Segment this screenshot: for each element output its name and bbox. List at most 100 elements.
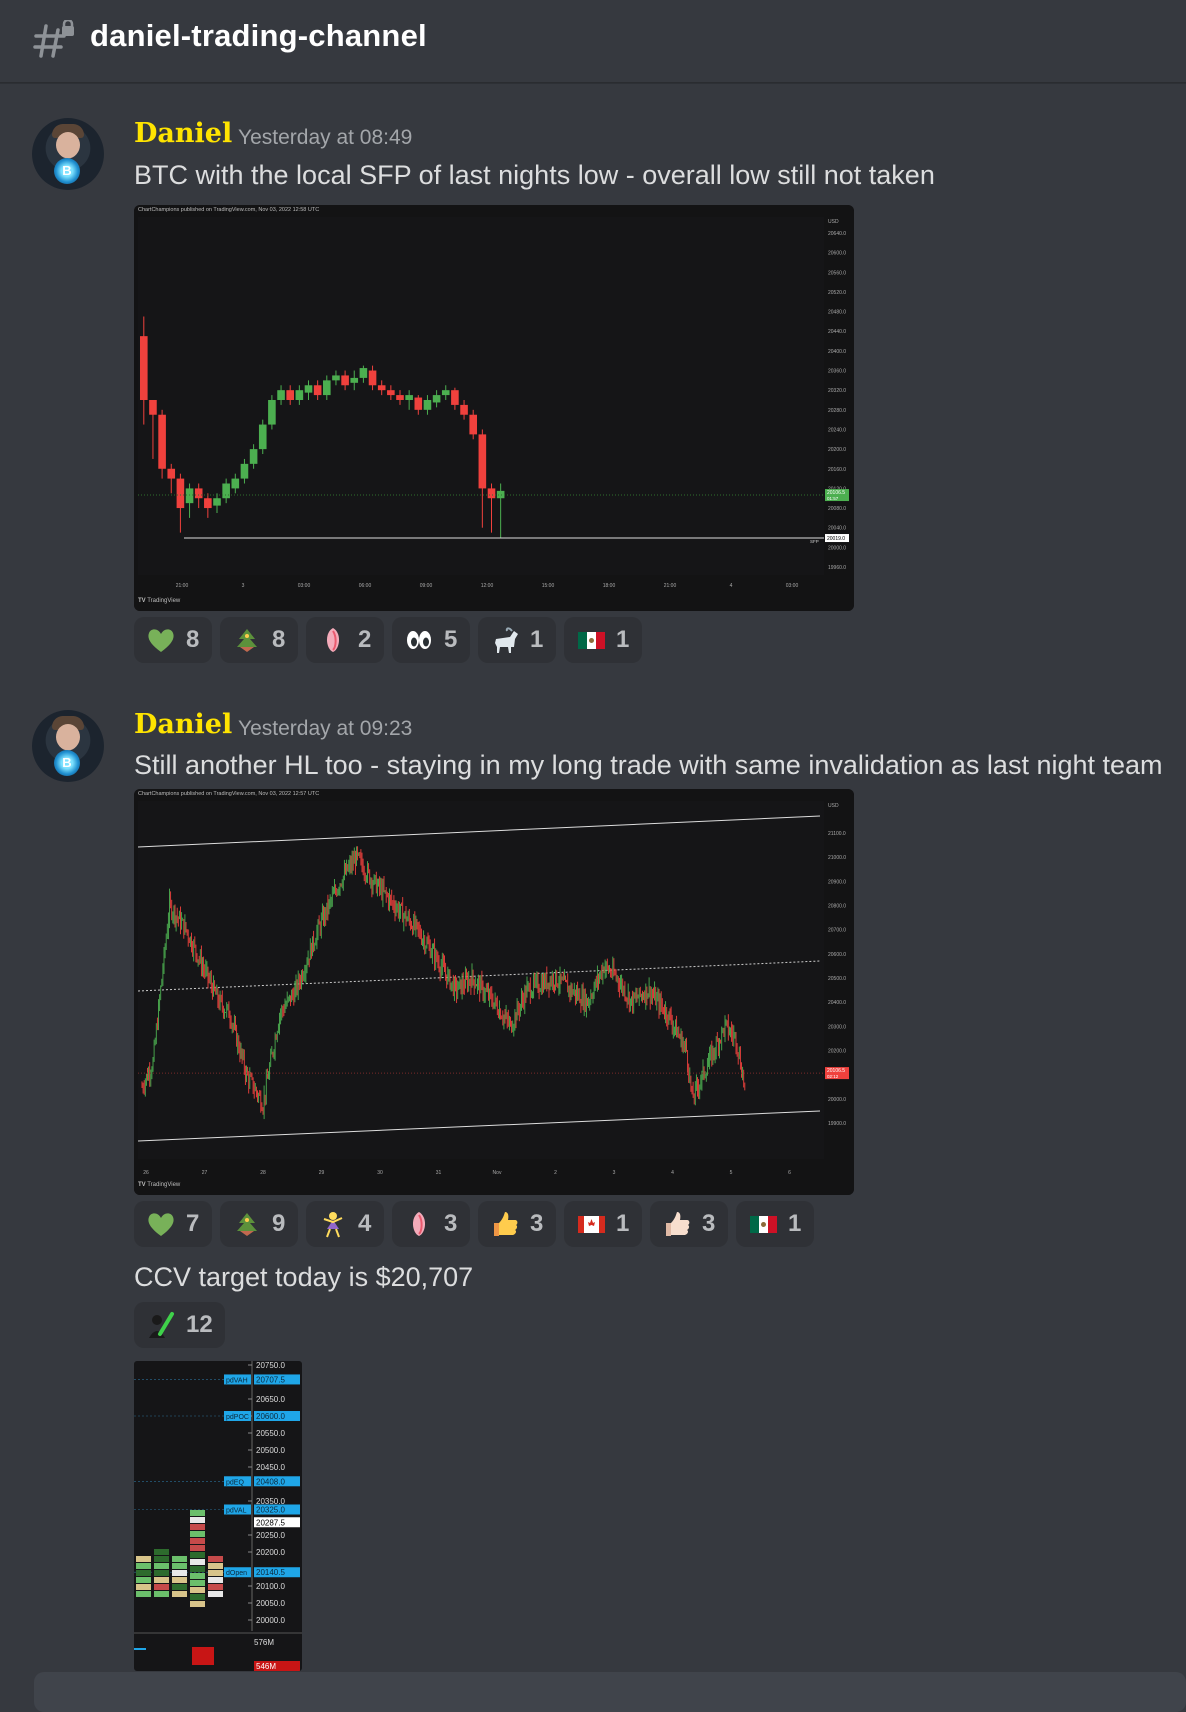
footprint-cell <box>172 1563 187 1569</box>
ladder-value-label: 20325.0 <box>256 1506 285 1515</box>
ladder-level-label: 20750.0 <box>256 1361 285 1370</box>
chart-attachment-2[interactable]: 21100.0 21000.0 20900.0 20800.0 20700.0 20600… <box>134 789 854 1195</box>
reaction-thumbs-up-light[interactable]: 3 <box>650 1201 728 1247</box>
candle-body <box>149 400 157 415</box>
reaction-thumbs-up[interactable]: 3 <box>478 1201 556 1247</box>
footprint-cell <box>172 1591 187 1597</box>
message-input[interactable] <box>34 1672 1186 1712</box>
x-tick-label: 26 <box>143 1170 149 1176</box>
candle-body <box>496 490 505 499</box>
footprint-cell <box>154 1563 169 1569</box>
ladder-value-label: 20408.0 <box>256 1477 285 1486</box>
footprint-cell <box>190 1538 205 1544</box>
level-label: 20019.0 <box>827 536 845 542</box>
avatar[interactable]: B <box>32 710 104 782</box>
reaction-count: 1 <box>616 626 630 653</box>
footprint-cell <box>208 1591 223 1597</box>
candle-body <box>258 424 267 450</box>
volume-bar <box>192 1647 214 1665</box>
ladder-value-label: 20140.5 <box>256 1568 285 1577</box>
footprint-cell <box>190 1552 205 1558</box>
candle-body <box>478 434 487 489</box>
footprint-cell <box>190 1524 205 1530</box>
y-tick-label: 20500.0 <box>828 976 846 982</box>
candlestick-chart: 21100.0 21000.0 20900.0 20800.0 20700.0 20600… <box>134 789 854 1195</box>
footprint-cell <box>208 1570 223 1576</box>
footprint-cell <box>172 1584 187 1590</box>
x-tick-label: 03:00 <box>786 583 799 589</box>
x-tick-label: 06:00 <box>359 583 372 589</box>
price-ladder-image[interactable]: 20750.0 20650.0 20600.0 20550.0 20500.0 20450… <box>134 1361 302 1671</box>
x-tick-label: 21:00 <box>176 583 189 589</box>
candle-body <box>204 498 212 509</box>
footprint-cell <box>190 1566 205 1572</box>
footprint-cell <box>190 1580 205 1586</box>
mexico-flag-icon <box>748 1209 778 1239</box>
footprint-cell <box>154 1556 169 1562</box>
channel-name[interactable]: daniel-trading-channel <box>90 18 427 54</box>
reaction-person-check[interactable]: 12 <box>134 1302 225 1348</box>
author-name[interactable]: Daniel <box>134 709 232 740</box>
reaction-bar: 7 9 4 3 3 1 3 1 <box>134 1201 814 1247</box>
y-tick-label: 20160.0 <box>828 467 846 473</box>
reaction-count: 12 <box>186 1311 213 1338</box>
reaction-eyes[interactable]: 5 <box>392 617 470 663</box>
footprint-cell <box>136 1584 151 1590</box>
reaction-canada-flag[interactable]: 1 <box>564 1201 642 1247</box>
reaction-count: 4 <box>358 1210 372 1237</box>
x-tick-label: 15:00 <box>542 583 555 589</box>
y-tick-label: 20800.0 <box>828 904 846 910</box>
reaction-tree[interactable]: 8 <box>220 617 298 663</box>
candle-body <box>268 400 276 425</box>
y-tick-label: 19960.0 <box>828 565 846 571</box>
candlestick-chart: 20640.0 20600.0 20560.0 20520.0 20480.0 20440… <box>134 205 854 611</box>
x-tick-label: 6 <box>788 1170 791 1176</box>
y-tick-label: 20080.0 <box>828 506 846 512</box>
ladder-name-label: pdPOC <box>226 1414 249 1421</box>
reaction-goat[interactable]: 1 <box>478 617 556 663</box>
price-countdown: 02:12 <box>827 1074 839 1079</box>
currency-label: USD <box>828 219 839 225</box>
reaction-pink-tulip[interactable]: 2 <box>306 617 384 663</box>
reaction-mexico-flag[interactable]: 1 <box>564 617 642 663</box>
reaction-tree[interactable]: 9 <box>220 1201 298 1247</box>
y-tick-label: 21100.0 <box>828 831 846 837</box>
x-tick-label: 28 <box>260 1170 266 1176</box>
candle-body <box>377 385 386 391</box>
reaction-count: 1 <box>530 626 544 653</box>
y-tick-label: 20900.0 <box>828 879 846 885</box>
candle-body <box>167 468 176 479</box>
tradingview-logo: TV TradingView <box>138 1182 181 1188</box>
ladder-level-label: 20500.0 <box>256 1446 285 1455</box>
y-tick-label: 20200.0 <box>828 447 846 453</box>
candle-body <box>359 368 368 378</box>
reaction-count: 1 <box>788 1210 802 1237</box>
x-tick-label: 09:00 <box>420 583 433 589</box>
candle-body <box>350 377 359 383</box>
reaction-dancer[interactable]: 4 <box>306 1201 384 1247</box>
avatar[interactable]: B <box>32 118 104 190</box>
x-tick-label: 3 <box>613 1170 616 1176</box>
tree-icon <box>232 1209 262 1239</box>
reaction-count: 3 <box>530 1210 544 1237</box>
reaction-green-heart[interactable]: 8 <box>134 617 212 663</box>
candle-body <box>432 395 441 403</box>
ladder-name-label: pdVAH <box>226 1377 248 1384</box>
footprint-cell <box>154 1570 169 1576</box>
footprint-cell <box>136 1591 151 1597</box>
y-tick-label: 20280.0 <box>828 408 846 414</box>
reaction-pink-tulip[interactable]: 3 <box>392 1201 470 1247</box>
reaction-green-heart[interactable]: 7 <box>134 1201 212 1247</box>
y-tick-label: 20000.0 <box>828 545 846 551</box>
author-name[interactable]: Daniel <box>134 118 232 149</box>
dancer-icon <box>318 1209 348 1239</box>
x-tick-label: 2 <box>554 1170 557 1176</box>
footprint-cell <box>136 1556 151 1562</box>
footprint-cell <box>208 1556 223 1562</box>
reaction-mexico-flag[interactable]: 1 <box>736 1201 814 1247</box>
candle-body <box>414 397 423 410</box>
y-tick-label: 20600.0 <box>828 952 846 958</box>
ladder-level-label: 20100.0 <box>256 1582 285 1591</box>
footprint-cell <box>172 1577 187 1583</box>
chart-attachment-1[interactable]: 20640.0 20600.0 20560.0 20520.0 20480.0 20440… <box>134 205 854 611</box>
